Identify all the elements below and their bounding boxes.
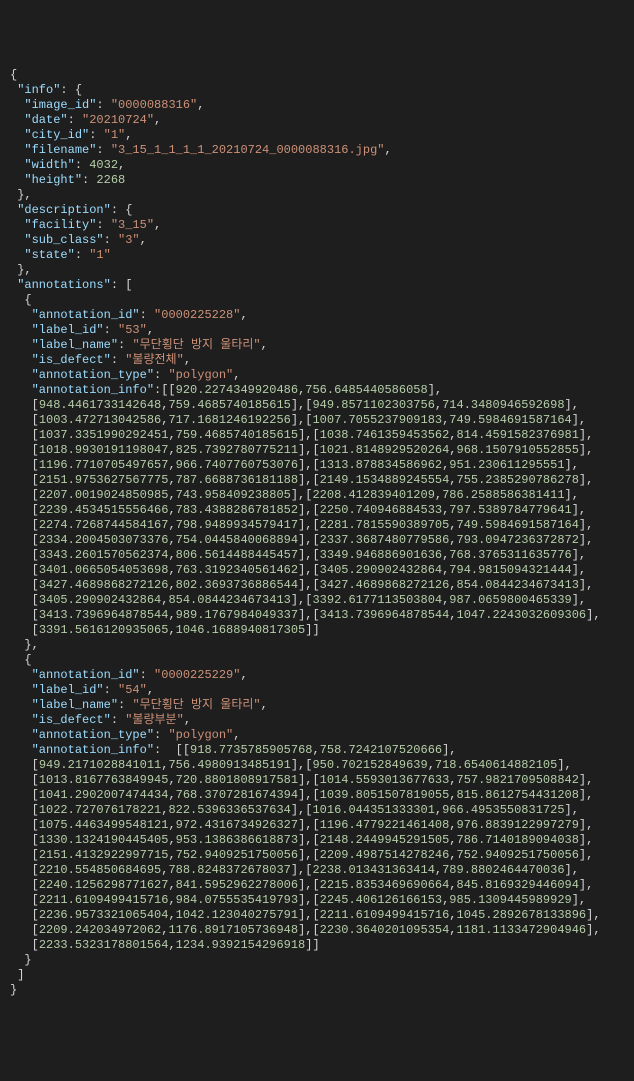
json-rendered: { "info": { "image_id": "0000088316", "d… <box>10 68 601 997</box>
json-code-block: { "info": { "image_id": "0000088316", "d… <box>10 68 624 998</box>
